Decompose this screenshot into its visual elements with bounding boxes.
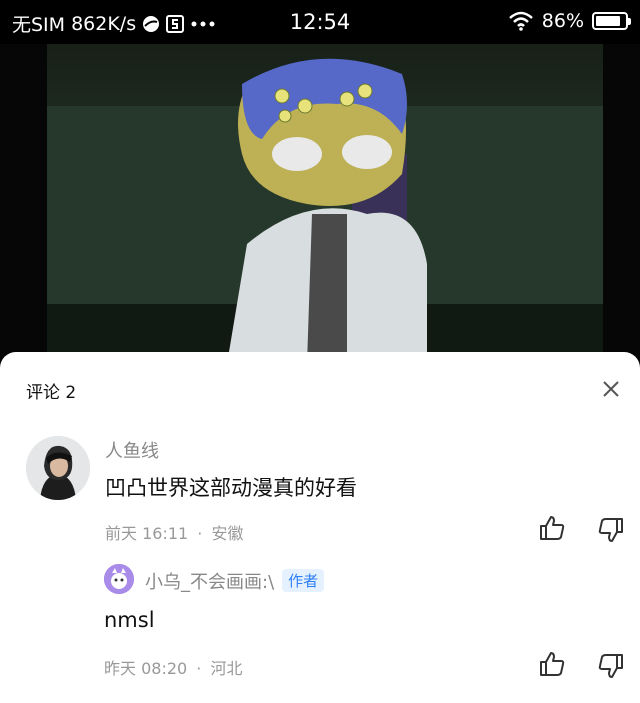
reply-username-row: 小乌_不会画画:\ 作者 xyxy=(145,568,325,594)
comment-location: 安徽 xyxy=(211,524,244,543)
meta-separator: · xyxy=(196,659,202,678)
like-button[interactable] xyxy=(538,514,566,542)
avatar-cartoon xyxy=(104,564,134,594)
commenter-name[interactable]: 人鱼线 xyxy=(105,437,159,463)
battery-icon xyxy=(592,12,631,30)
reply-meta: 昨天 08:20 · 河北 xyxy=(104,655,243,679)
comment-meta: 前天 16:11 · 安徽 xyxy=(105,520,244,544)
video-character-illustration xyxy=(227,58,427,364)
comments-panel: 评论 2 人鱼线 凹凸世界这部动漫真的好看 前天 16:11 · 安徽 小乌_不… xyxy=(0,352,640,703)
commenter-avatar[interactable] xyxy=(26,436,90,500)
reply-like-button[interactable] xyxy=(538,650,566,678)
thumbs-up-icon xyxy=(540,652,565,676)
battery-level-fill xyxy=(596,16,621,26)
battery-percent: 86% xyxy=(541,10,584,32)
thumbs-down-icon xyxy=(598,518,623,542)
video-player[interactable] xyxy=(0,44,640,364)
avatar-user-photo xyxy=(26,436,90,500)
thumbs-up-icon xyxy=(540,516,565,540)
reply-time: 昨天 08:20 xyxy=(104,659,188,678)
comments-title: 评论 2 xyxy=(26,383,77,403)
reply-location: 河北 xyxy=(210,659,243,678)
reply-avatar[interactable] xyxy=(104,564,134,594)
author-badge: 作者 xyxy=(282,569,325,592)
close-icon[interactable] xyxy=(600,378,622,400)
comment-time: 前天 16:11 xyxy=(105,524,189,543)
reply-username[interactable]: 小乌_不会画画:\ xyxy=(145,572,274,593)
video-frame xyxy=(47,44,603,364)
thumbs-down-icon xyxy=(598,654,623,678)
status-bar: 无SIM 862K/s 12:54 86% xyxy=(0,0,640,44)
wifi-icon xyxy=(508,11,534,31)
dislike-button[interactable] xyxy=(597,516,625,544)
reply-dislike-button[interactable] xyxy=(597,652,625,680)
comment-text: 凹凸世界这部动漫真的好看 xyxy=(105,476,357,500)
reply-text: nmsl xyxy=(104,608,155,632)
meta-separator: · xyxy=(197,524,203,543)
